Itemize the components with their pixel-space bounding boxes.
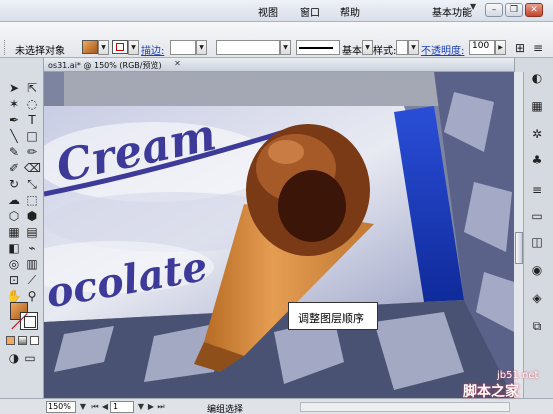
warp-tool-icon[interactable]: ☁ <box>6 192 22 208</box>
selection-status: 未选择对象 <box>15 46 65 57</box>
artwork: Cream ocolate <box>44 72 514 398</box>
document-tab[interactable]: os31.ai* @ 150% (RGB/预览) ✕ <box>44 58 514 72</box>
stroke-weight-dropdown-icon[interactable]: ▼ <box>196 40 207 55</box>
variable-width-dropdown-icon[interactable]: ▼ <box>280 40 291 55</box>
artboard-number-field[interactable]: 1 <box>110 401 134 413</box>
annotation-callout: 调整图层顺序 <box>288 302 378 330</box>
panel-menu-icon[interactable]: ≡ <box>530 40 546 56</box>
align-icon[interactable]: ⊞ <box>512 40 528 56</box>
opacity-dropdown-icon[interactable]: ▶ <box>495 40 506 55</box>
screen-mode-icon[interactable]: ▭ <box>22 350 38 366</box>
perspective-grid-tool-icon[interactable]: ▦ <box>6 224 22 240</box>
gradient-mode-icon[interactable] <box>18 336 27 345</box>
stroke-color-box[interactable] <box>11 312 38 330</box>
opacity-label[interactable]: 不透明度: <box>421 42 464 57</box>
appearance-panel-icon[interactable]: ◉ <box>528 262 546 278</box>
style-dropdown-icon[interactable]: ▼ <box>408 40 419 55</box>
lasso-tool-icon[interactable]: ◌ <box>24 96 40 112</box>
workspace-switcher[interactable]: 基本功能 <box>432 4 472 19</box>
symbols-panel-icon[interactable]: ♣ <box>528 152 546 168</box>
toolbox: ➤ ⇱ ✶ ◌ ✒ T ╲ □ ✎ ✏ ✐ ⌫ ↻ ⤡ ☁ ⬚ ⬡ ⬢ ▦ ▤ … <box>0 58 44 398</box>
pencil-tool-icon[interactable]: ✏ <box>24 144 40 160</box>
last-artboard-icon[interactable]: ⏭ <box>156 401 166 413</box>
stroke-swatch[interactable] <box>112 40 128 54</box>
brush-label: 基本 <box>342 46 362 57</box>
brush-dropdown-icon[interactable]: ▼ <box>362 40 373 55</box>
color-panel-icon[interactable]: ◐ <box>528 70 546 86</box>
blob-brush-tool-icon[interactable]: ✐ <box>6 160 22 176</box>
watermark-text: 脚本之家 <box>463 384 519 400</box>
menu-window[interactable]: 窗口 <box>300 4 320 19</box>
horizontal-scrollbar[interactable] <box>300 402 510 412</box>
pen-tool-icon[interactable]: ✒ <box>6 112 22 128</box>
mesh-tool-icon[interactable]: ▤ <box>24 224 40 240</box>
scale-tool-icon[interactable]: ⤡ <box>24 176 40 192</box>
artboards-panel-icon[interactable]: ⧉ <box>528 318 546 334</box>
fill-swatch[interactable] <box>82 40 98 54</box>
blend-tool-icon[interactable]: ◎ <box>6 256 22 272</box>
callout-text: 调整图层顺序 <box>298 312 364 325</box>
layers-panel-icon[interactable]: ◈ <box>528 290 546 306</box>
vertical-scroll-thumb[interactable] <box>515 232 523 264</box>
transparency-panel-icon[interactable]: ◫ <box>528 234 546 250</box>
color-mode-icon[interactable] <box>6 336 15 345</box>
eyedropper-tool-icon[interactable]: ⌁ <box>24 240 40 256</box>
none-mode-icon[interactable] <box>30 336 39 345</box>
brushes-panel-icon[interactable]: ✲ <box>528 126 546 142</box>
selection-tool-icon[interactable]: ➤ <box>6 80 22 96</box>
stroke-dropdown-icon[interactable]: ▼ <box>128 40 139 55</box>
canvas-area[interactable]: Cream ocolate <box>44 72 514 398</box>
artboard-tool-icon[interactable]: ⊡ <box>6 272 22 288</box>
free-transform-tool-icon[interactable]: ⬚ <box>24 192 40 208</box>
artboard-dropdown-icon[interactable]: ▼ <box>136 401 146 413</box>
paintbrush-tool-icon[interactable]: ✎ <box>6 144 22 160</box>
slice-tool-icon[interactable]: ⟋ <box>24 272 40 288</box>
style-box[interactable] <box>396 40 408 55</box>
close-button[interactable]: ✕ <box>525 3 543 17</box>
watermark-url: jb51.net <box>497 370 539 381</box>
gradient-tool-icon[interactable]: ◧ <box>6 240 22 256</box>
fill-dropdown-icon[interactable]: ▼ <box>98 40 109 55</box>
live-paint-tool-icon[interactable]: ⬢ <box>24 208 40 224</box>
menu-help[interactable]: 帮助 <box>340 4 360 19</box>
status-text: 编组选择 <box>207 405 244 414</box>
variable-width-field[interactable] <box>216 40 280 55</box>
close-tab-icon[interactable]: ✕ <box>172 59 183 70</box>
minimize-button[interactable]: – <box>485 3 503 17</box>
panel-grip-icon[interactable] <box>4 40 6 55</box>
control-bar: 未选择对象 ▼ ▼ 描边: ▼ ▼ 基本 ▼ 样式: ▼ 不透明度: 100 ▶… <box>0 22 553 58</box>
menu-bar: 视图 窗口 帮助 基本功能 ▼ – ❐ ✕ <box>0 0 553 22</box>
next-artboard-icon[interactable]: ▶ <box>146 401 156 413</box>
restore-button[interactable]: ❐ <box>505 3 523 17</box>
zoom-field[interactable]: 150% <box>46 401 76 413</box>
draw-mode-icon[interactable]: ◑ <box>6 350 22 366</box>
line-tool-icon[interactable]: ╲ <box>6 128 22 144</box>
menu-view[interactable]: 视图 <box>258 4 278 19</box>
eraser-tool-icon[interactable]: ⌫ <box>24 160 41 176</box>
stroke-label[interactable]: 描边: <box>141 42 164 57</box>
stroke-panel-icon[interactable]: ≡ <box>528 182 546 198</box>
direct-selection-tool-icon[interactable]: ⇱ <box>24 80 40 96</box>
prev-artboard-icon[interactable]: ◀ <box>100 401 110 413</box>
style-label: 样式: <box>373 46 397 57</box>
first-artboard-icon[interactable]: ⏮ <box>90 401 100 413</box>
rectangle-tool-icon[interactable]: □ <box>24 128 40 144</box>
stroke-weight-field[interactable] <box>170 40 196 55</box>
opacity-field[interactable]: 100 <box>469 40 495 55</box>
shape-builder-tool-icon[interactable]: ⬡ <box>6 208 22 224</box>
swatches-panel-icon[interactable]: ▦ <box>528 98 546 114</box>
type-tool-icon[interactable]: T <box>24 112 40 128</box>
zoom-dropdown-icon[interactable]: ▼ <box>78 401 88 413</box>
chevron-down-icon[interactable]: ▼ <box>470 2 480 16</box>
graph-tool-icon[interactable]: ▥ <box>24 256 40 272</box>
stroke-preview-line <box>299 47 333 49</box>
document-title: os31.ai* @ 150% (RGB/预览) <box>48 61 162 70</box>
gradient-panel-icon[interactable]: ▭ <box>528 208 546 224</box>
magic-wand-tool-icon[interactable]: ✶ <box>6 96 22 112</box>
vertical-scrollbar[interactable] <box>514 72 524 398</box>
rotate-tool-icon[interactable]: ↻ <box>6 176 22 192</box>
